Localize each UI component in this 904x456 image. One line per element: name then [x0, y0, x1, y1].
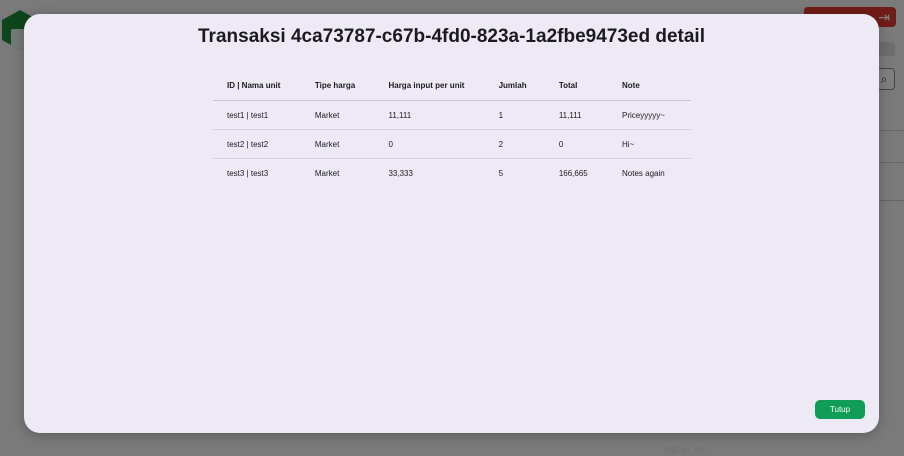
cell-jumlah: 2 — [484, 129, 545, 159]
close-button[interactable]: Tutup — [815, 400, 865, 419]
header-total: Total — [544, 70, 608, 101]
cell-note: Hi~ — [608, 129, 691, 159]
cell-total: 0 — [544, 129, 608, 159]
cell-jumlah: 5 — [498, 168, 504, 178]
detail-table-container: ID | Nama unit Tipe harga Harga input pe… — [213, 70, 691, 187]
cell-jumlah: 1 — [484, 100, 545, 130]
modal-title: Transaksi 4ca73787-c67b-4fd0-823a-1a2fbe… — [198, 26, 705, 47]
header-id-nama-unit: ID | Nama unit — [213, 70, 301, 101]
cell-total: 166,665 — [558, 168, 588, 178]
cell-id: test2 | test2 — [213, 129, 301, 159]
cell-harga: 33,333 — [388, 168, 413, 178]
cell-id: test1 | test1 — [213, 100, 301, 130]
cell-tipe-harga: Market — [314, 168, 340, 178]
cell-id: test3 | test3 — [227, 168, 269, 178]
detail-table: ID | Nama unit Tipe harga Harga input pe… — [213, 70, 691, 187]
header-harga-input: Harga input per unit — [374, 70, 485, 101]
header-tipe-harga: Tipe harga — [300, 70, 375, 101]
cell-harga: 11,111 — [374, 100, 485, 130]
table-row: test2 | test2 Market 0 2 0 Hi~ — [213, 129, 691, 159]
cell-tipe-harga: Market — [300, 129, 375, 159]
table-row: test3 | test3 Market 33,333 5 166,665 No… — [213, 159, 691, 188]
table-header-row: ID | Nama unit Tipe harga Harga input pe… — [213, 70, 691, 101]
table-row: test1 | test1 Market 11,111 1 11,111 Pri… — [213, 100, 691, 130]
cell-harga: 0 — [374, 129, 485, 159]
cell-total: 11,111 — [544, 100, 608, 130]
transaction-detail-modal: Transaksi 4ca73787-c67b-4fd0-823a-1a2fbe… — [24, 14, 879, 433]
cell-tipe-harga: Market — [300, 100, 375, 130]
cell-note: Priceyyyyy~ — [608, 100, 691, 130]
cell-note: Notes again — [622, 168, 665, 178]
header-note: Note — [608, 70, 691, 101]
header-jumlah: Jumlah — [484, 70, 545, 101]
